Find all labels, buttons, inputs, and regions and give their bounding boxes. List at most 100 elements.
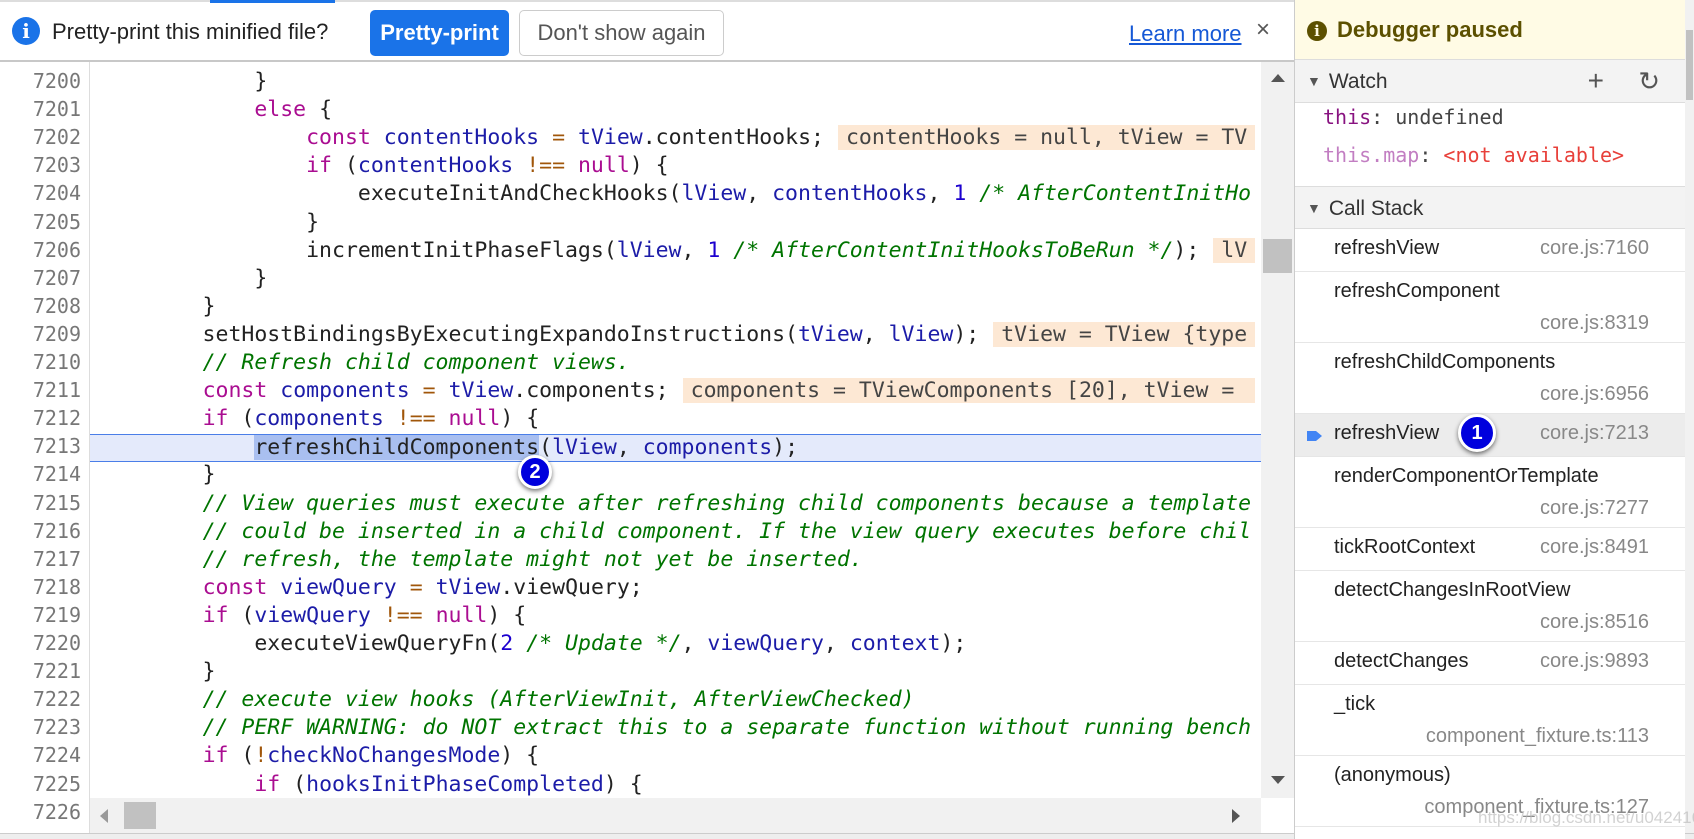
call-stack-frame[interactable]: tickRootContext core.js:8491 [1295,528,1686,571]
inline-value-preview[interactable]: tView = TView {type [993,321,1256,347]
watch-separator: : [1419,143,1444,167]
operator: ! [254,743,268,769]
line-number[interactable]: 7213 [33,434,81,462]
code-line: const components = tView.components; comp… [90,378,1261,406]
frame-location-link[interactable]: core.js:7213 [1540,422,1649,445]
info-icon: i [1307,21,1327,41]
frame-location-link[interactable]: component_fixture.ts:113 [1426,725,1649,748]
call-stack-frame[interactable]: _tick component_fixture.ts:113 [1295,685,1686,756]
code-line: if (contentHooks !== null) { [90,153,1261,181]
inline-value-preview[interactable]: components = TViewComponents [20], tView… [682,378,1256,404]
frame-location-link[interactable]: core.js:7160 [1540,237,1649,260]
inline-value-preview[interactable]: lV [1213,237,1256,263]
line-number[interactable]: 7211 [33,378,81,406]
frame-location-link[interactable]: core.js:8516 [1540,611,1649,634]
line-number[interactable]: 7226 [33,800,81,828]
line-number[interactable]: 7220 [33,631,81,659]
call-stack-frame[interactable]: detectChanges core.js:9893 [1295,642,1686,685]
code-text: } [99,265,268,291]
keyword: const [202,574,268,600]
frame-location-link[interactable]: core.js:8491 [1540,536,1649,559]
code-line: const viewQuery = tView.viewQuery; [90,575,1261,603]
code-text: , [681,631,708,656]
line-number[interactable]: 7205 [33,210,81,238]
line-number[interactable]: 7204 [33,181,81,209]
line-number[interactable]: 7207 [33,266,81,294]
line-number[interactable]: 7206 [33,238,81,266]
line-number[interactable]: 7219 [33,603,81,631]
pretty-print-button[interactable]: Pretty-print [370,10,509,56]
code-editor[interactable]: } else { const contentHooks = tView.cont… [90,62,1261,798]
frame-location-link[interactable]: core.js:9893 [1540,650,1649,673]
editor-vertical-scrollbar[interactable] [1261,62,1294,798]
frame-location-link[interactable]: core.js:6956 [1540,383,1649,406]
watch-section-header[interactable]: ▼ Watch + ↻ [1295,60,1686,103]
line-number[interactable]: 7209 [33,322,81,350]
line-number[interactable]: 7201 [33,97,81,125]
comment: /* AfterContentInitHooksToBeRun */ [733,237,1174,263]
watch-expression: this.map [1323,143,1420,167]
refresh-watch-icon[interactable]: ↻ [1638,60,1660,102]
line-number[interactable]: 7214 [33,462,81,490]
frame-location-link[interactable]: core.js:7277 [1540,497,1649,520]
keyword: if [254,771,281,797]
code-text: } [99,69,268,94]
line-number[interactable]: 7208 [33,294,81,322]
line-number[interactable]: 7217 [33,547,81,575]
vertical-scroll-thumb[interactable] [1263,239,1292,273]
line-number[interactable]: 7203 [33,153,81,181]
add-watch-icon[interactable]: + [1588,60,1604,102]
line-number[interactable]: 7222 [33,687,81,715]
editor-horizontal-scrollbar[interactable] [90,798,1261,833]
call-stack-frame[interactable]: detectChangesInRootView core.js:8516 [1295,571,1686,642]
watch-item[interactable]: this: undefined [1323,105,1504,129]
dont-show-again-button[interactable]: Don't show again [519,10,724,56]
scroll-down-icon[interactable] [1271,776,1285,784]
debugger-paused-banner: i Debugger paused [1295,0,1686,60]
line-number[interactable]: 7225 [33,772,81,800]
active-tab-indicator [210,0,335,3]
close-icon[interactable]: × [1256,16,1270,44]
keyword: null [435,602,488,628]
line-number[interactable]: 7218 [33,575,81,603]
line-number[interactable]: 7215 [33,491,81,519]
sidebar-scrollbar[interactable] [1685,0,1694,833]
watch-item[interactable]: this.map: <not available> [1323,143,1624,167]
line-number[interactable]: 7223 [33,715,81,743]
line-number[interactable]: 7200 [33,69,81,97]
operator: = [552,125,566,151]
line-number[interactable]: 7221 [33,659,81,687]
call-stack-frame[interactable]: refreshChildComponents core.js:6956 [1295,343,1686,414]
scroll-left-icon[interactable] [100,809,108,823]
frame-location-link[interactable]: core.js:8319 [1540,312,1649,335]
code-text: ) { [487,602,527,628]
line-number[interactable]: 7216 [33,519,81,547]
line-number[interactable]: 7210 [33,350,81,378]
call-stack-frame[interactable]: renderComponentOrTemplate core.js:7277 [1295,457,1686,528]
code-line: // PERF WARNING: do NOT extract this to … [90,715,1261,743]
line-number[interactable]: 7202 [33,125,81,153]
learn-more-link[interactable]: Learn more [1129,21,1242,47]
line-number[interactable]: 7224 [33,743,81,771]
horizontal-scroll-thumb[interactable] [124,802,156,829]
comment: /* Update */ [526,631,682,656]
current-execution-line: refreshChildComponents(lView, components… [90,434,1261,463]
scroll-up-icon[interactable] [1271,74,1285,82]
line-number-gutter[interactable]: 7200 7201 7202 7203 7204 7205 7206 7207 7208 7209… [0,62,90,833]
line-number[interactable]: 7212 [33,406,81,434]
scroll-right-icon[interactable] [1232,809,1240,823]
sidebar-scroll-thumb[interactable] [1686,30,1693,100]
call-stack-section-header[interactable]: ▼ Call Stack [1295,186,1686,229]
call-stack-frame[interactable]: refreshComponent core.js:8319 [1295,272,1686,343]
number: 1 [707,237,721,263]
inline-value-preview[interactable]: contentHooks = null, tView = TV [837,125,1256,151]
comment: // refresh, the template might not yet b… [202,546,863,572]
call-stack-frame[interactable]: refreshView core.js:7160 [1295,229,1686,272]
code-line: // refresh, the template might not yet b… [90,547,1261,575]
